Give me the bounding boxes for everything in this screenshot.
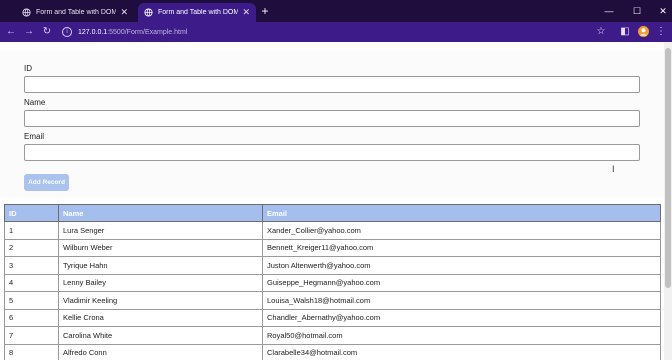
forward-icon[interactable]: → bbox=[22, 25, 36, 39]
bookmark-star-icon[interactable]: ☆ bbox=[594, 25, 608, 39]
header-email: Email bbox=[262, 204, 661, 222]
email-label: Email bbox=[24, 132, 45, 141]
id-field[interactable] bbox=[24, 76, 640, 93]
globe-icon bbox=[22, 8, 31, 17]
more-menu-icon[interactable]: ⋮ bbox=[654, 25, 668, 39]
browser-toolbar: ← → ↻ i 127.0.0.1:5500/Form/Example.html… bbox=[0, 22, 672, 42]
site-info-icon[interactable]: i bbox=[62, 27, 72, 37]
record-form: ID Name Email Add Record I bbox=[0, 50, 664, 198]
cell-id: 4 bbox=[4, 273, 59, 292]
header-name: Name bbox=[58, 204, 263, 222]
tab-form-and-table-1[interactable]: Form and Table with DOM Ma ✕ bbox=[16, 3, 134, 22]
cell-email: Bennett_Kreiger11@yahoo.com bbox=[262, 238, 661, 257]
tab-title: Form and Table with DOM Ma bbox=[158, 9, 239, 16]
cell-id: 3 bbox=[4, 256, 59, 275]
tab-title: Form and Table with DOM Ma bbox=[36, 9, 117, 16]
name-label: Name bbox=[24, 98, 46, 107]
header-id: ID bbox=[4, 204, 59, 222]
table-row: 6 Kellie Crona Chandler_Abernathy@yahoo.co… bbox=[4, 308, 661, 327]
cell-email: Clarabelle34@hotmail.com bbox=[262, 343, 661, 360]
table-row: 1 Lura Senger Xander_Collier@yahoo.com bbox=[4, 221, 661, 240]
cell-id: 7 bbox=[4, 326, 59, 345]
table-row: 5 Vladimir Keeling Louisa_Walsh18@hotmail.… bbox=[4, 291, 661, 310]
records-table: ID Name Email 1 Lura Senger Xander_Collier… bbox=[4, 204, 661, 360]
new-tab-icon[interactable]: + bbox=[258, 4, 272, 18]
profile-avatar-icon[interactable] bbox=[636, 25, 650, 39]
cell-id: 1 bbox=[4, 221, 59, 240]
cell-email: Chandler_Abernathy@yahoo.com bbox=[262, 308, 661, 327]
tab-strip: Form and Table with DOM Ma ✕ Form and Ta… bbox=[0, 0, 672, 22]
cell-id: 6 bbox=[4, 308, 59, 327]
table-row: 2 Wilburn Weber Bennett_Kreiger11@yahoo.co… bbox=[4, 238, 661, 257]
table-row: 3 Tyrique Hahn Juston Altenwerth@yahoo.com bbox=[4, 256, 661, 275]
cell-email: Royal50@hotmail.com bbox=[262, 326, 661, 345]
minimize-icon[interactable]: — bbox=[602, 4, 616, 18]
table-header-row: ID Name Email bbox=[4, 204, 661, 222]
cell-id: 5 bbox=[4, 291, 59, 310]
table-row: 7 Carolina White Royal50@hotmail.com bbox=[4, 326, 661, 345]
table-row: 8 Alfredo Conn Clarabelle34@hotmail.com bbox=[4, 343, 661, 360]
close-window-icon[interactable]: ✕ bbox=[656, 4, 670, 18]
cell-name: Tyrique Hahn bbox=[58, 256, 263, 275]
cell-name: Kellie Crona bbox=[58, 308, 263, 327]
reload-icon[interactable]: ↻ bbox=[40, 25, 54, 39]
close-tab-icon[interactable]: ✕ bbox=[120, 7, 128, 18]
cell-email: Juston Altenwerth@yahoo.com bbox=[262, 256, 661, 275]
vertical-scrollbar[interactable] bbox=[664, 42, 672, 360]
page-viewport: ID Name Email Add Record I ID Name Email… bbox=[0, 42, 664, 360]
side-panel-icon[interactable]: ◧ bbox=[618, 25, 632, 39]
cell-email: Guiseppe_Hegmann@yahoo.com bbox=[262, 273, 661, 292]
id-label: ID bbox=[24, 64, 32, 73]
url-host: 127.0.0.1 bbox=[78, 28, 108, 36]
globe-icon bbox=[144, 8, 153, 17]
cell-name: Alfredo Conn bbox=[58, 343, 263, 360]
cell-name: Lura Senger bbox=[58, 221, 263, 240]
cell-name: Carolina White bbox=[58, 326, 263, 345]
scrollbar-thumb[interactable] bbox=[665, 48, 671, 288]
add-record-button[interactable]: Add Record bbox=[24, 174, 69, 191]
close-tab-icon[interactable]: ✕ bbox=[242, 7, 250, 18]
cell-name: Lenny Bailey bbox=[58, 273, 263, 292]
back-icon[interactable]: ← bbox=[4, 25, 18, 39]
cell-id: 8 bbox=[4, 343, 59, 360]
email-field[interactable] bbox=[24, 144, 640, 161]
url-path: :5500/Form/Example.html bbox=[107, 28, 188, 36]
avatar bbox=[637, 26, 649, 37]
text-cursor-icon: I bbox=[612, 164, 615, 174]
cell-id: 2 bbox=[4, 238, 59, 257]
name-field[interactable] bbox=[24, 110, 640, 127]
cell-name: Wilburn Weber bbox=[58, 238, 263, 257]
cell-email: Louisa_Walsh18@hotmail.com bbox=[262, 291, 661, 310]
table-body: 1 Lura Senger Xander_Collier@yahoo.com 2 Wil… bbox=[4, 221, 661, 360]
address-bar[interactable]: i 127.0.0.1:5500/Form/Example.html bbox=[58, 25, 610, 39]
maximize-icon[interactable]: ☐ bbox=[630, 4, 644, 18]
tab-form-and-table-2[interactable]: Form and Table with DOM Ma ✕ bbox=[138, 3, 256, 22]
cell-email: Xander_Collier@yahoo.com bbox=[262, 221, 661, 240]
cell-name: Vladimir Keeling bbox=[58, 291, 263, 310]
table-row: 4 Lenny Bailey Guiseppe_Hegmann@yahoo.com bbox=[4, 273, 661, 292]
